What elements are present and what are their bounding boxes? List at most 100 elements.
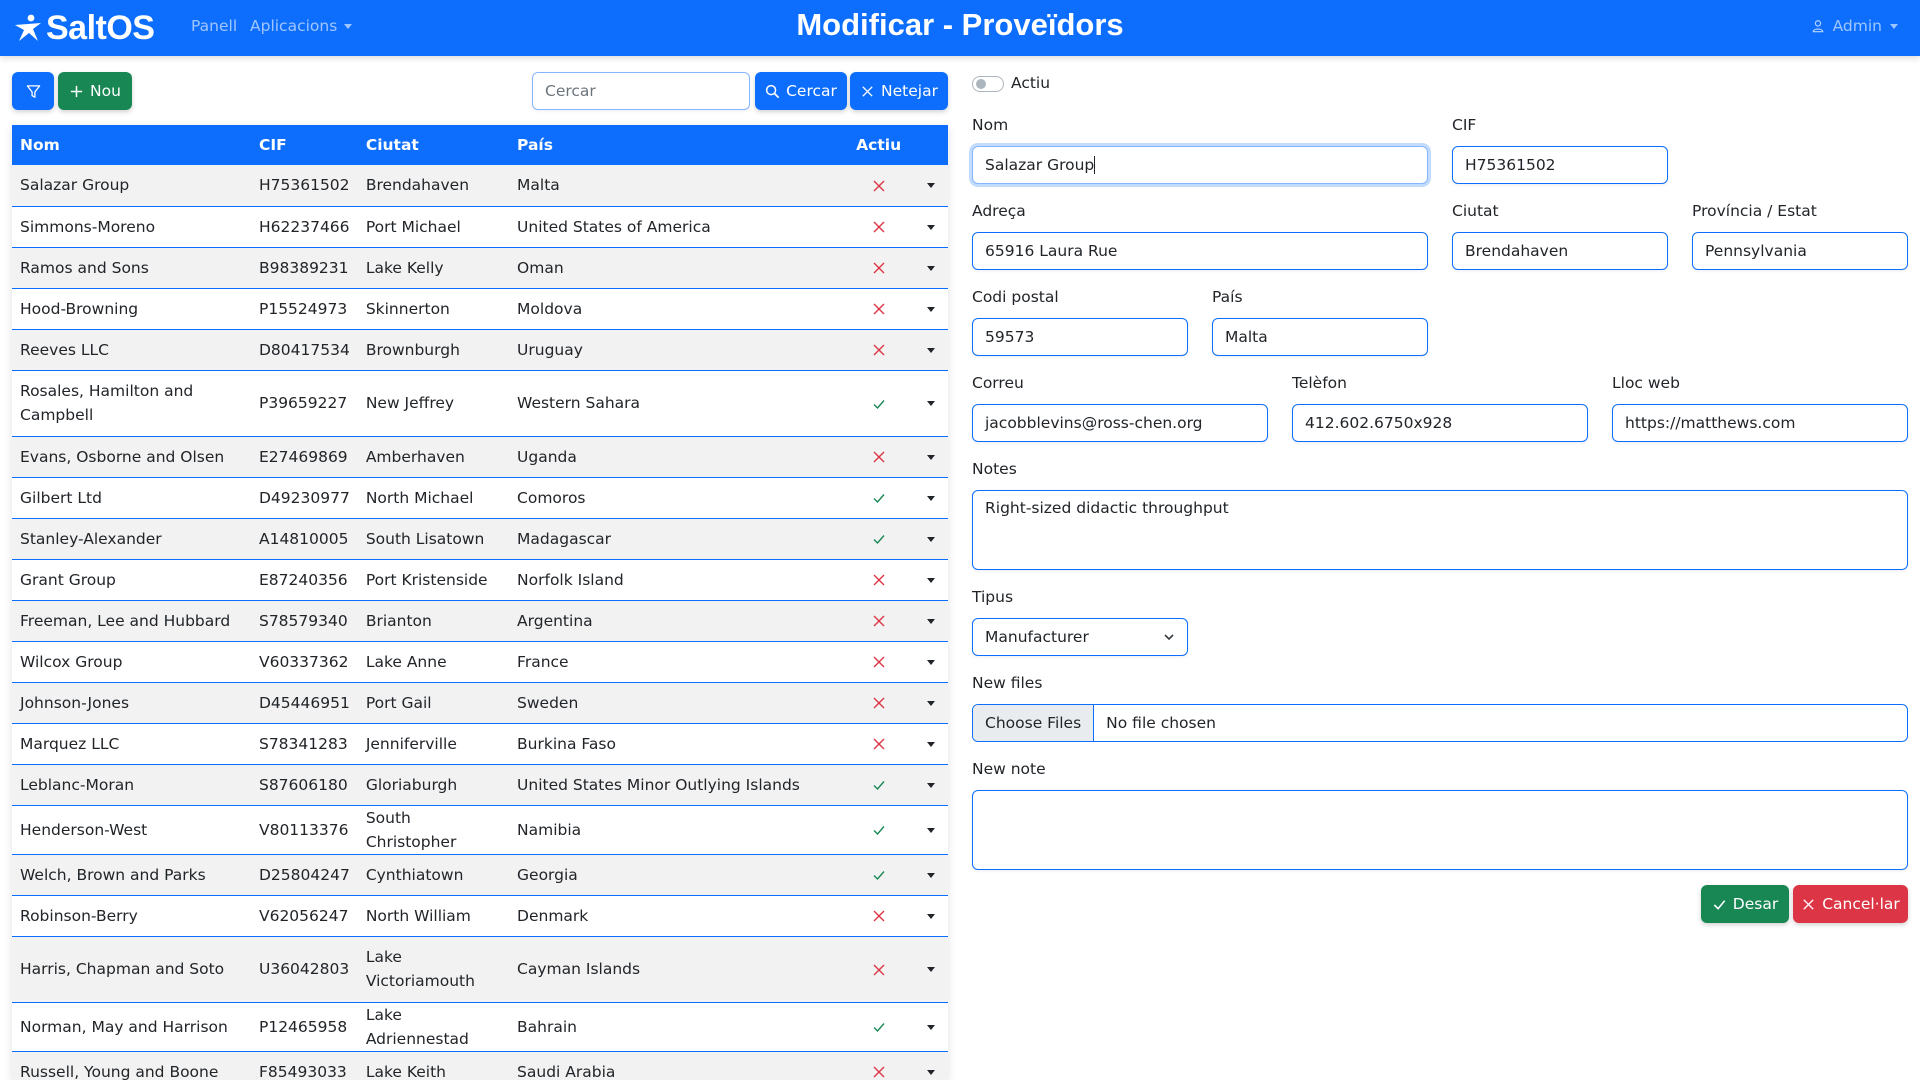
cell-cif: H62237466	[250, 206, 358, 248]
cell-cif: S78579340	[250, 600, 358, 642]
row-actions-dropdown[interactable]	[909, 641, 948, 683]
table-row[interactable]: Leblanc-Moran S87606180 Gloriaburgh United …	[12, 764, 948, 806]
correu-field[interactable]: jacobblevins@ross-chen.org	[972, 404, 1268, 442]
row-actions-dropdown[interactable]	[909, 288, 948, 330]
search-input[interactable]	[532, 72, 750, 110]
pais-field[interactable]: Malta	[1212, 318, 1428, 356]
row-actions-dropdown[interactable]	[909, 936, 948, 1003]
caret-down-icon	[927, 265, 936, 271]
row-actions-dropdown[interactable]	[909, 764, 948, 806]
table-row[interactable]: Robinson-Berry V62056247 North William Denm…	[12, 895, 948, 937]
table-row[interactable]: Stanley-Alexander A14810005 South Lisatown…	[12, 518, 948, 560]
cell-nom: Salazar Group	[12, 165, 251, 207]
table-row[interactable]: Henderson-West V80113376 South Christopher…	[12, 805, 948, 855]
row-actions-dropdown[interactable]	[909, 723, 948, 765]
row-actions-dropdown[interactable]	[909, 600, 948, 642]
row-actions-dropdown[interactable]	[909, 329, 948, 371]
cell-cif: V80113376	[250, 805, 358, 855]
row-actions-dropdown[interactable]	[909, 165, 948, 207]
new-button[interactable]: Nou	[58, 72, 132, 110]
cell-ciutat: Lake Keith	[357, 1051, 510, 1080]
nav-aplicacions-dropdown[interactable]: Aplicacions	[250, 17, 353, 35]
new-files-input[interactable]: Choose Files No file chosen	[972, 704, 1908, 742]
table-row[interactable]: Johnson-Jones D45446951 Port Gail Sweden	[12, 682, 948, 724]
row-actions-dropdown[interactable]	[909, 1002, 948, 1052]
table-row[interactable]: Marquez LLC S78341283 Jenniferville Burkina…	[12, 723, 948, 765]
row-actions-dropdown[interactable]	[909, 559, 948, 601]
save-button[interactable]: Desar	[1701, 885, 1789, 923]
cancel-button[interactable]: Cancel·lar	[1793, 885, 1908, 923]
saltos-logo-icon	[15, 14, 41, 41]
table-row[interactable]: Simmons-Moreno H62237466 Port Michael Unite…	[12, 206, 948, 248]
cell-nom: Hood-Browning	[12, 288, 251, 330]
cell-actiu	[848, 288, 910, 330]
filter-button[interactable]	[12, 72, 54, 110]
cell-actiu	[848, 436, 910, 478]
cell-cif: P12465958	[250, 1002, 358, 1052]
table-row[interactable]: Russell, Young and Boone F85493033 Lake Ke…	[12, 1051, 948, 1080]
new-note-textarea[interactable]	[972, 790, 1908, 870]
nav-panell-link[interactable]: Panell	[191, 17, 237, 35]
ciutat-value: Brendahaven	[1465, 242, 1569, 260]
column-header-ciutat[interactable]: Ciutat	[358, 125, 509, 165]
column-header-pais[interactable]: País	[509, 125, 848, 165]
table-row[interactable]: Freeman, Lee and Hubbard S78579340 Brianto…	[12, 600, 948, 642]
lloc-web-field[interactable]: https://matthews.com	[1612, 404, 1908, 442]
column-header-nom[interactable]: Nom	[12, 125, 251, 165]
search-button[interactable]: Cercar	[755, 72, 847, 110]
column-header-cif[interactable]: CIF	[251, 125, 358, 165]
table-row[interactable]: Welch, Brown and Parks D25804247 Cynthiato…	[12, 854, 948, 896]
cross-icon	[873, 615, 885, 627]
table-row[interactable]: Harris, Chapman and Soto U36042803 Lake Vi…	[12, 936, 948, 1003]
table-row[interactable]: Salazar Group H75361502 Brendahaven Malta	[12, 165, 948, 207]
row-actions-dropdown[interactable]	[909, 854, 948, 896]
table-row[interactable]: Wilcox Group V60337362 Lake Anne France	[12, 641, 948, 683]
clear-button[interactable]: Netejar	[850, 72, 948, 110]
row-actions-dropdown[interactable]	[909, 518, 948, 560]
caret-down-icon	[927, 401, 936, 406]
save-button-label: Desar	[1732, 895, 1779, 913]
telefon-field[interactable]: 412.602.6750x928	[1292, 404, 1588, 442]
actiu-toggle[interactable]	[972, 76, 1004, 92]
new-button-label: Nou	[90, 82, 121, 100]
cell-pais: United States Minor Outlying Islands	[509, 764, 849, 806]
cell-actiu	[848, 600, 910, 642]
cell-nom: Evans, Osborne and Olsen	[12, 436, 251, 478]
brand-logo[interactable]: SaltOS	[12, 8, 155, 48]
row-actions-dropdown[interactable]	[909, 477, 948, 519]
table-row[interactable]: Grant Group E87240356 Port Kristenside Norf…	[12, 559, 948, 601]
row-actions-dropdown[interactable]	[909, 682, 948, 724]
column-header-actiu[interactable]: Actiu	[848, 125, 909, 165]
lloc-web-label: Lloc web	[1612, 374, 1680, 392]
table-row[interactable]: Hood-Browning P15524973 Skinnerton Moldova	[12, 288, 948, 330]
notes-textarea[interactable]: Right-sized didactic throughput	[972, 490, 1908, 570]
cell-cif: D25804247	[250, 854, 358, 896]
tipus-select[interactable]: Manufacturer	[972, 618, 1188, 656]
table-row[interactable]: Ramos and Sons B98389231 Lake Kelly Oman	[12, 247, 948, 289]
table-row[interactable]: Norman, May and Harrison P12465958 Lake Ad…	[12, 1002, 948, 1052]
row-actions-dropdown[interactable]	[909, 805, 948, 855]
row-actions-dropdown[interactable]	[909, 436, 948, 478]
choose-files-button[interactable]: Choose Files	[973, 705, 1095, 741]
cell-actiu	[848, 559, 910, 601]
row-actions-dropdown[interactable]	[909, 370, 948, 437]
cell-ciutat: Lake Adriennestad	[357, 1002, 510, 1052]
adreca-field[interactable]: 65916 Laura Rue	[972, 232, 1428, 270]
row-actions-dropdown[interactable]	[909, 895, 948, 937]
codi-postal-field[interactable]: 59573	[972, 318, 1188, 356]
table-row[interactable]: Rosales, Hamilton and Campbell P39659227 N…	[12, 370, 948, 437]
cif-field[interactable]: H75361502	[1452, 146, 1668, 184]
table-row[interactable]: Evans, Osborne and Olsen E27469869 Amberha…	[12, 436, 948, 478]
nom-field[interactable]: Salazar Group	[972, 146, 1428, 184]
user-menu-dropdown[interactable]: Admin	[1811, 17, 1898, 35]
row-actions-dropdown[interactable]	[909, 247, 948, 289]
ciutat-field[interactable]: Brendahaven	[1452, 232, 1668, 270]
cell-cif: V60337362	[250, 641, 358, 683]
lloc-web-value: https://matthews.com	[1625, 414, 1796, 432]
provincia-field[interactable]: Pennsylvania	[1692, 232, 1908, 270]
cell-pais: France	[509, 641, 849, 683]
table-row[interactable]: Reeves LLC D80417534 Brownburgh Uruguay	[12, 329, 948, 371]
row-actions-dropdown[interactable]	[909, 1051, 948, 1080]
row-actions-dropdown[interactable]	[909, 206, 948, 248]
table-row[interactable]: Gilbert Ltd D49230977 North Michael Comoros	[12, 477, 948, 519]
